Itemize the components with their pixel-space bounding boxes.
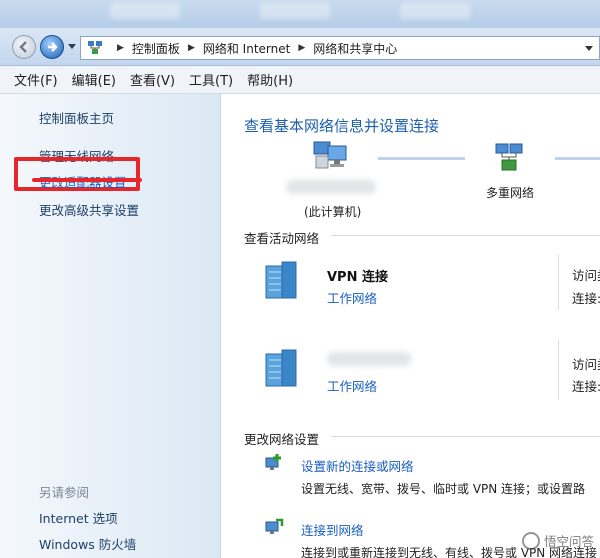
multiple-networks-caption[interactable]: 多重网络: [486, 184, 534, 201]
divider: [331, 235, 600, 236]
connection-label: 连接:: [572, 291, 600, 306]
chevron-right-icon[interactable]: ▶: [188, 43, 195, 53]
setup-connection-link[interactable]: 设置新的连接或网络: [301, 456, 414, 475]
sidebar-item-windows-firewall[interactable]: Windows 防火墙: [39, 534, 136, 553]
navigation-bar: ▶ 控制面板 ▶ 网络和 Internet ▶ 网络和共享中心: [0, 28, 600, 66]
see-also-heading: 另请参阅: [39, 485, 90, 500]
breadcrumb-control-panel[interactable]: 控制面板: [132, 40, 180, 57]
annotation-underline: [32, 178, 142, 182]
network-map-line: [378, 157, 465, 160]
breadcrumb-network-internet[interactable]: 网络和 Internet: [203, 40, 290, 57]
this-computer-caption: (此计算机): [304, 205, 362, 219]
setup-connection-description: 设置无线、宽带、拨号、临时或 VPN 连接；或设置路: [301, 482, 586, 496]
sidebar-item-advanced-sharing[interactable]: 更改高级共享设置: [39, 200, 139, 219]
network-type-link[interactable]: 工作网络: [327, 376, 377, 395]
blurred-network-name: [327, 352, 411, 366]
chevron-right-icon[interactable]: ▶: [298, 43, 305, 53]
connect-network-icon: [265, 518, 284, 534]
page-title: 查看基本网络信息并设置连接: [244, 117, 440, 135]
menu-help[interactable]: 帮助(H): [247, 70, 293, 89]
watermark: 悟空问答: [521, 531, 594, 550]
workplace-network-icon: [265, 261, 297, 299]
menu-edit[interactable]: 编辑(E): [72, 70, 116, 89]
change-settings-heading: 更改网络设置: [244, 432, 320, 447]
network-type-link[interactable]: 工作网络: [327, 288, 377, 307]
blurred-tab: [400, 3, 470, 19]
arrow-right-icon: [48, 42, 58, 52]
title-strip: [0, 0, 600, 28]
menu-tools[interactable]: 工具(T): [189, 70, 233, 89]
network-map-line: [555, 157, 600, 160]
chevron-right-icon: ▶: [117, 43, 124, 53]
forward-button[interactable]: [40, 35, 64, 59]
main-content: 查看基本网络信息并设置连接 (此计算机) 多重网络 查看活动网络 VPN 连接 …: [221, 94, 600, 558]
divider: [331, 436, 600, 437]
chevron-down-icon[interactable]: [585, 46, 593, 51]
menu-view[interactable]: 查看(V): [130, 70, 175, 89]
divider: [558, 254, 559, 310]
task-sidebar: 控制面板主页 管理无线网络 更改适配器设置 更改高级共享设置 另请参阅 Inte…: [0, 94, 221, 558]
menu-bar: 文件(F) 编辑(E) 查看(V) 工具(T) 帮助(H): [0, 66, 600, 94]
multiple-networks-icon: [495, 143, 523, 171]
workplace-network-icon: [265, 349, 297, 387]
watermark-text: 悟空问答: [543, 534, 594, 549]
access-type-label: 访问类: [572, 268, 600, 283]
access-type-label: 访问类: [572, 357, 600, 372]
active-networks-heading: 查看活动网络: [244, 231, 320, 246]
sidebar-item-internet-options[interactable]: Internet 选项: [39, 508, 118, 527]
computer-icon: [313, 141, 347, 169]
watermark-logo-icon: [521, 531, 540, 550]
history-dropdown-icon[interactable]: [68, 44, 76, 49]
blurred-computer-name: [286, 180, 376, 194]
menu-file[interactable]: 文件(F): [14, 70, 58, 89]
connection-label: 连接:: [572, 379, 600, 394]
back-button[interactable]: [12, 35, 36, 59]
network-name: VPN 连接: [327, 270, 388, 285]
address-bar[interactable]: ▶ 控制面板 ▶ 网络和 Internet ▶ 网络和共享中心: [80, 36, 600, 60]
blurred-tab: [110, 3, 180, 19]
blurred-tab: [260, 3, 330, 19]
connect-network-link[interactable]: 连接到网络: [301, 520, 364, 539]
new-connection-icon: [265, 454, 281, 470]
divider: [558, 340, 559, 400]
network-center-icon: [88, 41, 102, 54]
arrow-left-icon: [19, 41, 27, 53]
breadcrumb-network-sharing[interactable]: 网络和共享中心: [313, 40, 397, 57]
sidebar-item-control-panel-home[interactable]: 控制面板主页: [39, 108, 114, 127]
